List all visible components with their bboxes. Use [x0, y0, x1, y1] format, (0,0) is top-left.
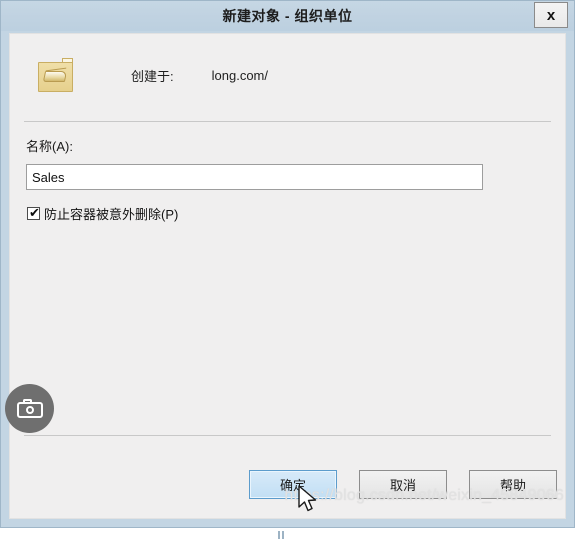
camera-icon — [16, 399, 43, 418]
checkmark-icon: ✔ — [29, 205, 40, 220]
dialog-body-spacer — [10, 223, 565, 435]
name-field-block: 名称(A): — [10, 122, 565, 190]
created-in-label: 创建于: — [131, 68, 174, 84]
close-button[interactable]: x — [534, 2, 568, 28]
desktop-strip — [0, 528, 575, 542]
name-input[interactable] — [26, 164, 483, 190]
protect-container-checkbox[interactable]: ✔ — [27, 205, 40, 220]
name-label: 名称(A): — [26, 139, 73, 154]
organizational-unit-folder-icon — [36, 58, 76, 92]
dialog-client-area: 创建于: long.com/ 名称(A): ✔ 防止容器被意外删除(P) 确定 … — [9, 33, 566, 519]
protect-container-checkbox-label: 防止容器被意外删除(P) — [44, 207, 179, 222]
close-icon: x — [546, 6, 556, 24]
new-object-dialog: 新建对象 - 组织单位 x 创建于: long.com/ 名称(A): Sale… — [0, 0, 575, 528]
resize-grip[interactable] — [277, 531, 287, 539]
dialog-title: 新建对象 - 组织单位 — [222, 8, 353, 24]
screenshot-camera-button[interactable] — [5, 384, 54, 433]
protect-container-checkbox-row[interactable]: ✔ 防止容器被意外删除(P) — [10, 190, 565, 223]
watermark-text: https://blog.csdn.net/weixin_45849066 — [284, 487, 564, 504]
created-in-row: 创建于: long.com/ — [10, 34, 565, 92]
dialog-titlebar[interactable]: 新建对象 - 组织单位 x — [1, 1, 574, 31]
created-in-value: long.com/ — [211, 67, 268, 83]
footer-separator — [24, 435, 551, 436]
